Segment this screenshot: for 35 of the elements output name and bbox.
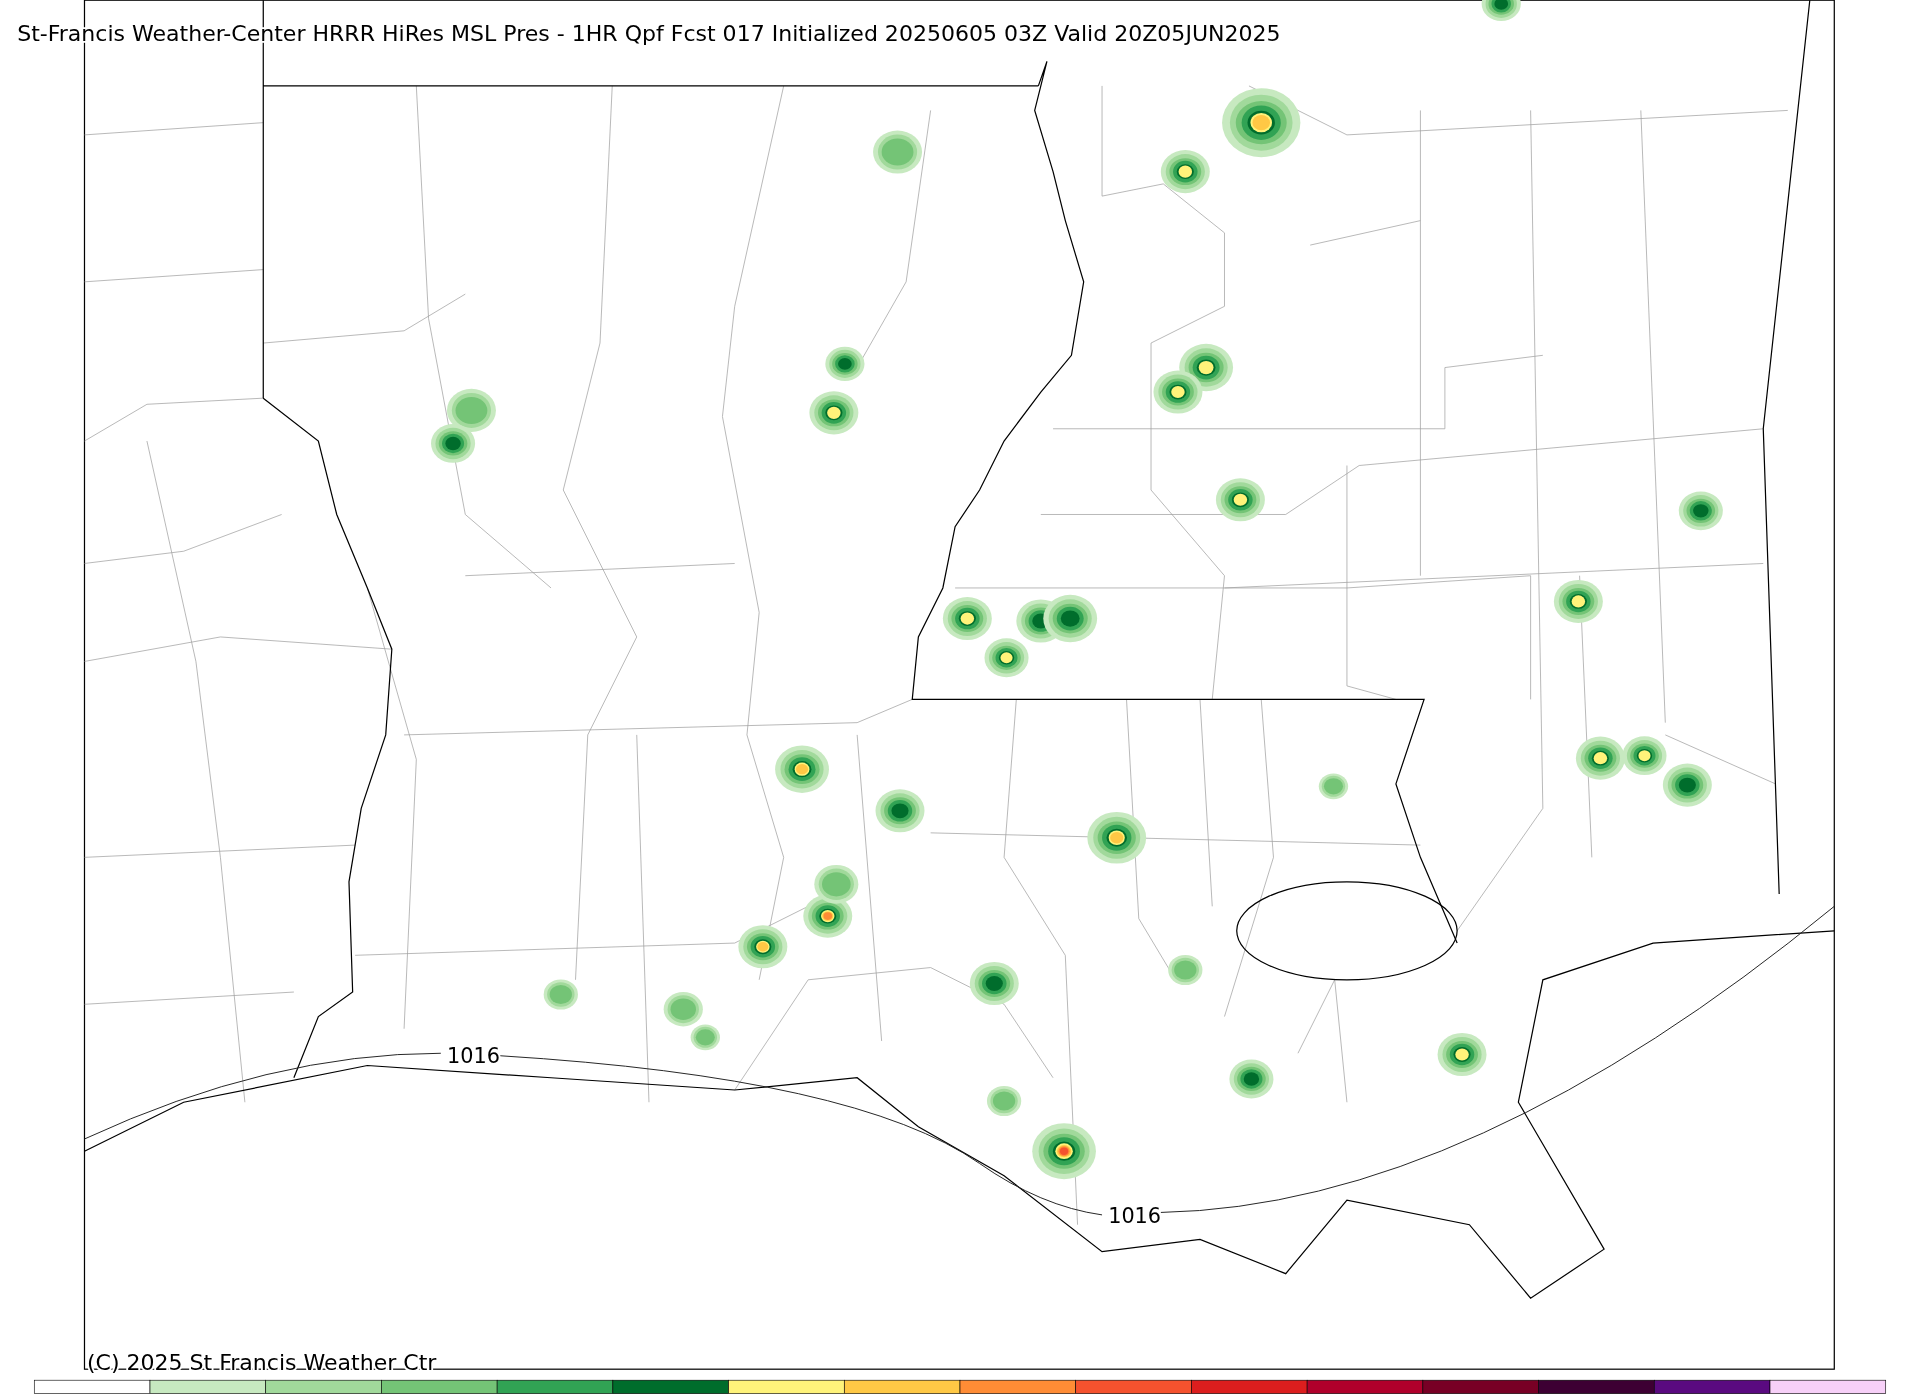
precipitation-cell (1678, 491, 1723, 531)
precipitation-cell (1160, 150, 1210, 194)
precipitation-cell (986, 1085, 1022, 1117)
precipitation-cell (1215, 478, 1265, 522)
precipitation-cell (1662, 763, 1712, 807)
precipitation-cell (809, 391, 859, 435)
precipitation-cell (875, 789, 925, 833)
precipitation-cell (1622, 736, 1667, 776)
precipitation-cell (1032, 1123, 1096, 1180)
precipitation-cell (1043, 594, 1098, 643)
precipitation-cell (1087, 811, 1147, 864)
isobar-label: 1016 (446, 1044, 500, 1069)
precipitation-cell (1575, 736, 1625, 780)
precipitation-cell (663, 991, 703, 1027)
isobar-label: 1016 (1108, 1204, 1162, 1229)
precipitation-cell (1481, 0, 1521, 22)
precipitation-cell (431, 424, 476, 463)
precipitation-cell (873, 130, 923, 174)
precipitation-cell (814, 864, 859, 904)
precipitation-cell (543, 979, 578, 1010)
precipitation-cell (1229, 1059, 1274, 1099)
precipitation-cell (1437, 1032, 1487, 1077)
precipitation-cell (690, 1024, 720, 1051)
precipitation-cell (1318, 773, 1349, 800)
precipitation-cell (738, 925, 788, 969)
precipitation-cell (1553, 579, 1603, 623)
precipitation-cell (825, 346, 865, 382)
precipitation-cell (1153, 370, 1203, 414)
precipitation-cell (1168, 954, 1203, 986)
copyright-text: (C) 2025 St Francis Weather Ctr (86, 1350, 437, 1376)
precipitation-cell (446, 388, 496, 432)
precipitation-cell (942, 597, 992, 641)
precipitation-cell (969, 961, 1019, 1005)
precipitation-cell (775, 745, 829, 793)
precipitation-cell (984, 638, 1029, 678)
